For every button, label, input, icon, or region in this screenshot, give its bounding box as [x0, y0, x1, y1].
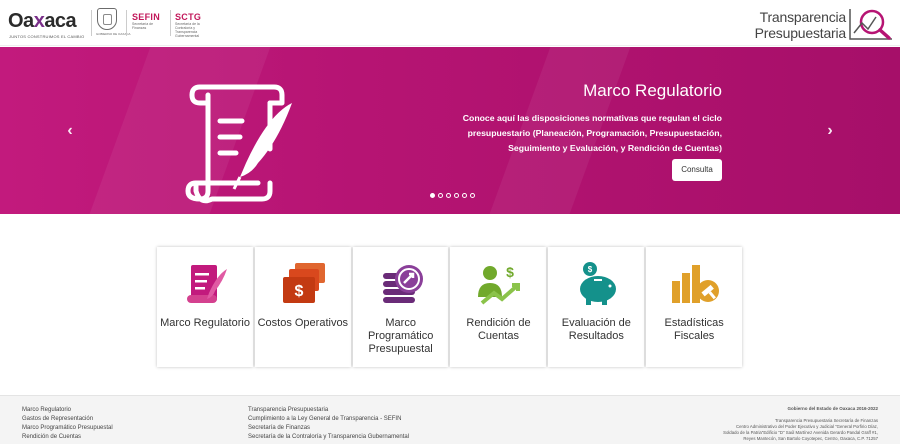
coins-icon — [382, 265, 423, 303]
tile-evaluacion-de-resultados[interactable]: $ Evaluación de Resultados — [548, 247, 645, 367]
state-coat-of-arms-logo: GOBIERNO DE OAXACA — [96, 8, 131, 38]
footer-link[interactable]: Secretaría de Finanzas — [248, 424, 409, 433]
header-divider — [126, 10, 127, 36]
sefin-subtitle: Secretaría de Finanzas — [132, 22, 154, 30]
tile-label: Costos Operativos — [257, 317, 349, 329]
footer-link[interactable]: Cumplimiento a la Ley General de Transpa… — [248, 415, 409, 424]
svg-text:$: $ — [588, 265, 593, 274]
tile-marco-regulatorio[interactable]: Marco Regulatorio — [157, 247, 253, 367]
footer-address-line: Reyes Mantecón, San Bartolo Coyotepec, C… — [743, 436, 878, 441]
tp-logo-line1: Transparencia — [759, 9, 847, 25]
header-divider — [91, 10, 92, 36]
oaxaca-wordmark: Oaxaca — [8, 10, 77, 32]
slide-description: Conoce aquí las disposiciones normativas… — [462, 113, 722, 153]
tile-label: Estadísticas Fiscales — [664, 317, 724, 342]
tile-label: Marco Programático Presupuestal — [367, 317, 434, 355]
carousel-indicator[interactable] — [454, 193, 459, 198]
oaxaca-tagline: JUNTOS CONSTRUIMOS EL CAMBIO — [9, 34, 85, 39]
footer-links-primary: Marco Regulatorio Gastos de Representaci… — [22, 406, 113, 442]
scroll-quill-icon — [185, 84, 292, 204]
consulta-button[interactable]: Consulta — [672, 159, 722, 181]
carousel-indicator[interactable] — [462, 193, 467, 198]
growth-person-icon: $ — [478, 264, 521, 305]
section-tiles: Marco Regulatorio $ Costos Operativos Ma… — [157, 247, 742, 367]
scroll-quill-icon — [187, 265, 227, 303]
carousel-indicator[interactable] — [446, 193, 451, 198]
sctg-logo[interactable]: SCTG Secretaría de la Contraloría y Tran… — [175, 12, 211, 38]
sctg-subtitle: Secretaría de la Contraloría y Transpare… — [175, 22, 200, 38]
header-divider — [170, 10, 171, 36]
tile-label: Marco Regulatorio — [160, 317, 250, 329]
hero-carousel: ‹ › Marco Regulatorio Conoce aquí las di… — [0, 47, 900, 214]
footer-link[interactable]: Gastos de Representación — [22, 415, 113, 424]
piggy-bank-icon: $ — [580, 262, 617, 305]
site-header: Oaxaca JUNTOS CONSTRUIMOS EL CAMBIO GOBI… — [0, 0, 900, 46]
site-footer: Marco Regulatorio Gastos de Representaci… — [0, 395, 900, 444]
tile-marco-programatico[interactable]: Marco Programático Presupuestal — [352, 247, 449, 367]
footer-link[interactable]: Transparencia Presupuestaria — [248, 406, 409, 415]
carousel-indicator[interactable] — [430, 193, 435, 198]
tile-label: Rendición de Cuentas — [466, 317, 531, 342]
tp-logo-line2: Presupuestaria — [754, 25, 847, 41]
carousel-indicator[interactable] — [438, 193, 443, 198]
transparencia-presupuestaria-logo[interactable]: Transparencia Presupuestaria — [744, 5, 894, 43]
carousel-indicators — [430, 193, 475, 198]
sefin-title: SEFIN — [132, 12, 161, 22]
tile-rendicion-de-cuentas[interactable]: $ Rendición de Cuentas — [450, 247, 547, 367]
shield-icon — [97, 8, 117, 30]
oaxaca-logo[interactable]: Oaxaca JUNTOS CONSTRUIMOS EL CAMBIO — [8, 10, 88, 42]
bills-icon: $ — [282, 263, 325, 303]
footer-government-heading: Gobierno del Estado de Oaxaca 2016-2022 — [787, 406, 878, 411]
svg-text:$: $ — [294, 283, 303, 300]
slide-caption: Marco Regulatorio Conoce aquí las dispos… — [432, 81, 722, 156]
slide-title: Marco Regulatorio — [583, 81, 722, 100]
tile-label: Evaluación de Resultados — [561, 317, 631, 342]
footer-link[interactable]: Marco Programático Presupuestal — [22, 424, 113, 433]
sefin-logo[interactable]: SEFIN Secretaría de Finanzas — [132, 12, 162, 30]
footer-link[interactable]: Secretaría de la Contraloría y Transpare… — [248, 433, 409, 442]
footer-links-secondary: Transparencia Presupuestaria Cumplimient… — [248, 406, 409, 442]
carousel-indicator[interactable] — [470, 193, 475, 198]
sctg-title: SCTG — [175, 12, 202, 22]
footer-address: Gobierno del Estado de Oaxaca 2016-2022 … — [723, 406, 878, 442]
footer-link[interactable]: Marco Regulatorio — [22, 406, 113, 415]
tile-costos-operativos[interactable]: $ Costos Operativos — [254, 247, 351, 367]
magnifier-chart-icon — [849, 9, 892, 40]
footer-link[interactable]: Rendición de Cuentas — [22, 433, 113, 442]
svg-text:$: $ — [507, 264, 515, 280]
carousel-prev-button[interactable]: ‹ — [60, 121, 80, 141]
bar-chart-gavel-icon — [672, 265, 720, 303]
coat-caption: GOBIERNO DE OAXACA — [96, 32, 131, 36]
tile-estadisticas-fiscales[interactable]: Estadísticas Fiscales — [646, 247, 742, 367]
carousel-next-button[interactable]: › — [820, 121, 840, 141]
